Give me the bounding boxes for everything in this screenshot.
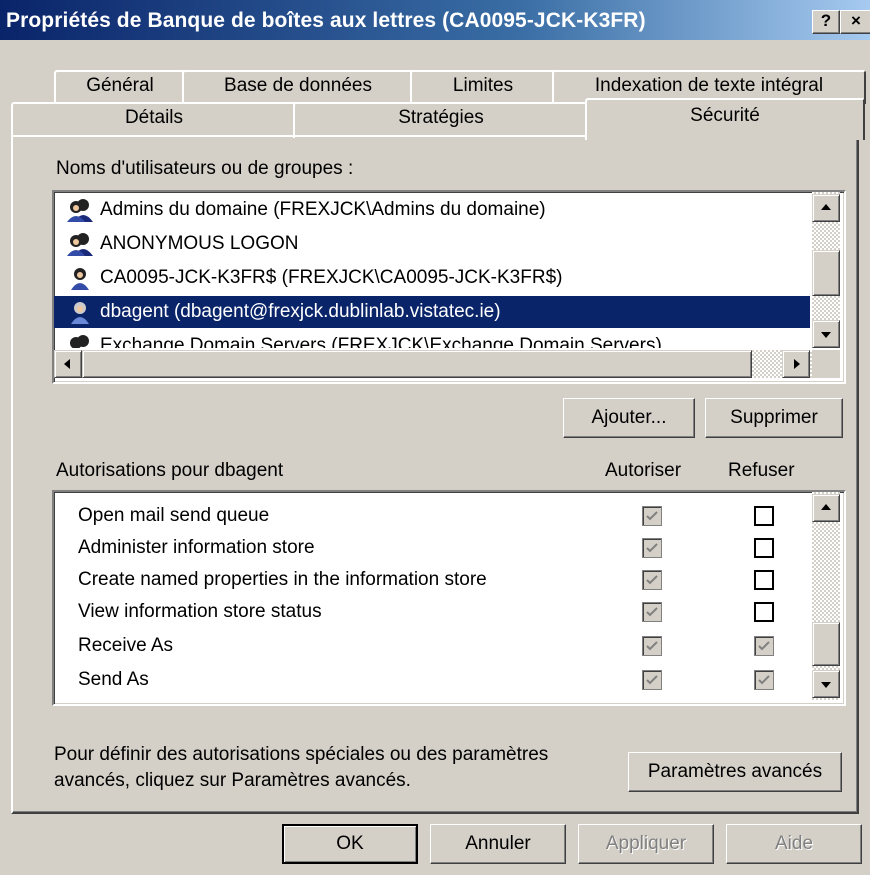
arrow-down-icon xyxy=(821,682,831,688)
permissions-vscroll-thumb[interactable] xyxy=(812,622,840,666)
permission-row: View information store status xyxy=(78,596,322,628)
allow-checkbox-open-mail-send-queue[interactable] xyxy=(642,506,662,526)
list-item-label: CA0095-JCK-K3FR$ (FREXJCK\CA0095-JCK-K3F… xyxy=(100,267,563,288)
group-icon xyxy=(67,233,93,256)
check-icon xyxy=(646,641,658,651)
deny-checkbox-administer-information-store[interactable] xyxy=(754,538,774,558)
permission-row: Receive As xyxy=(78,630,173,662)
deny-checkbox-send-as[interactable] xyxy=(754,670,774,690)
help-button[interactable]: ? xyxy=(812,10,840,34)
advanced-settings-button[interactable]: Paramètres avancés xyxy=(628,752,842,792)
cancel-button[interactable]: Annuler xyxy=(430,824,566,864)
cancel-button-label: Annuler xyxy=(465,833,531,854)
list-item-selected[interactable]: dbagent (dbagent@frexjck.dublinlab.vista… xyxy=(54,296,810,328)
user-icon xyxy=(71,302,89,324)
group-icon xyxy=(70,335,89,348)
permissions-label: Autorisations pour dbagent xyxy=(56,460,284,481)
scroll-up-button[interactable] xyxy=(812,194,840,222)
remove-button-label: Supprimer xyxy=(730,407,818,428)
scroll-corner xyxy=(812,350,840,378)
deny-checkbox-receive-as[interactable] xyxy=(754,636,774,656)
tab-policies[interactable]: Stratégies xyxy=(293,102,589,138)
scroll-up-button[interactable] xyxy=(812,494,840,522)
advanced-info-text-line2: avancés, cliquez sur Paramètres avancés. xyxy=(54,770,411,791)
arrow-up-icon xyxy=(821,204,831,210)
check-icon xyxy=(758,641,770,651)
deny-checkbox-create-named-properties[interactable] xyxy=(754,570,774,590)
apply-button-label: Appliquer xyxy=(605,833,687,854)
permission-label: Open mail send queue xyxy=(78,505,270,526)
window-title: Propriétés de Banque de boîtes aux lettr… xyxy=(6,9,646,32)
arrow-left-icon xyxy=(64,359,70,369)
list-item[interactable]: Admins du domaine (FREXJCK\Admins du dom… xyxy=(54,194,810,226)
allow-checkbox-administer-information-store[interactable] xyxy=(642,538,662,558)
permissions-list[interactable]: Open mail send queue Administer informat… xyxy=(52,490,846,706)
scroll-down-button[interactable] xyxy=(812,320,840,348)
check-icon xyxy=(758,675,770,685)
title-bar[interactable]: Propriétés de Banque de boîtes aux lettr… xyxy=(0,0,870,40)
add-button[interactable]: Ajouter... xyxy=(563,398,695,438)
user-icon xyxy=(71,268,89,290)
users-label: Noms d'utilisateurs ou de groupes : xyxy=(56,158,354,179)
remove-button[interactable]: Supprimer xyxy=(705,398,843,438)
list-item[interactable]: ANONYMOUS LOGON xyxy=(54,228,810,260)
list-item-label: Exchange Domain Servers (FREXJCK\Exchang… xyxy=(100,335,662,348)
advanced-settings-label: Paramètres avancés xyxy=(647,761,823,782)
permission-label: Administer information store xyxy=(78,537,315,558)
list-item-label: Admins du domaine (FREXJCK\Admins du dom… xyxy=(100,199,546,220)
permission-label: View information store status xyxy=(78,601,322,622)
add-button-label: Ajouter... xyxy=(591,407,667,428)
permission-row: Send As xyxy=(78,664,149,696)
allow-checkbox-receive-as[interactable] xyxy=(642,636,662,656)
permission-row: Open mail send queue xyxy=(78,500,269,532)
list-item[interactable]: Exchange Domain Servers (FREXJCK\Exchang… xyxy=(54,330,810,348)
help-dialog-button[interactable]: Aide xyxy=(726,824,862,864)
deny-header: Refuser xyxy=(728,460,795,481)
ok-button[interactable]: OK xyxy=(282,824,418,864)
check-icon xyxy=(646,575,658,585)
permissions-vscroll-track[interactable] xyxy=(812,492,840,700)
allow-checkbox-view-store-status[interactable] xyxy=(642,602,662,622)
close-icon: × xyxy=(851,11,861,30)
users-hscroll-thumb[interactable] xyxy=(82,350,752,378)
tab-limits[interactable]: Limites xyxy=(410,70,556,104)
help-button-label: Aide xyxy=(774,833,814,854)
group-icon xyxy=(67,199,93,222)
allow-header: Autoriser xyxy=(605,460,682,481)
check-icon xyxy=(646,675,658,685)
scroll-right-button[interactable] xyxy=(782,350,810,378)
users-list[interactable]: Admins du domaine (FREXJCK\Admins du dom… xyxy=(52,190,846,384)
permission-row: Create named properties in the informati… xyxy=(78,564,487,596)
permission-row: Administer information store xyxy=(78,532,315,564)
scroll-down-button[interactable] xyxy=(812,670,840,698)
users-vscroll-thumb[interactable] xyxy=(812,250,840,296)
close-button[interactable]: × xyxy=(840,10,870,34)
list-item-label: ANONYMOUS LOGON xyxy=(100,233,299,254)
tab-database[interactable]: Base de données xyxy=(182,70,414,104)
arrow-up-icon xyxy=(821,504,831,510)
arrow-down-icon xyxy=(821,332,831,338)
advanced-info-text-line1: Pour définir des autorisations spéciales… xyxy=(54,744,549,765)
tab-details[interactable]: Détails xyxy=(11,102,297,138)
allow-checkbox-create-named-properties[interactable] xyxy=(642,570,662,590)
arrow-right-icon xyxy=(794,359,800,369)
permission-label: Receive As xyxy=(78,635,174,656)
permission-label: Create named properties in the informati… xyxy=(78,569,487,590)
list-item[interactable]: CA0095-JCK-K3FR$ (FREXJCK\CA0095-JCK-K3F… xyxy=(54,262,810,294)
ok-button-label: OK xyxy=(336,833,364,854)
check-icon xyxy=(646,511,658,521)
deny-checkbox-view-store-status[interactable] xyxy=(754,602,774,622)
apply-button[interactable]: Appliquer xyxy=(578,824,714,864)
tab-security[interactable]: Sécurité xyxy=(585,98,865,140)
tab-general[interactable]: Général xyxy=(54,70,186,104)
permission-label: Send As xyxy=(78,669,149,690)
deny-checkbox-open-mail-send-queue[interactable] xyxy=(754,506,774,526)
allow-checkbox-send-as[interactable] xyxy=(642,670,662,690)
check-icon xyxy=(646,607,658,617)
check-icon xyxy=(646,543,658,553)
list-item-label: dbagent (dbagent@frexjck.dublinlab.vista… xyxy=(100,301,501,322)
scroll-left-button[interactable] xyxy=(54,350,82,378)
